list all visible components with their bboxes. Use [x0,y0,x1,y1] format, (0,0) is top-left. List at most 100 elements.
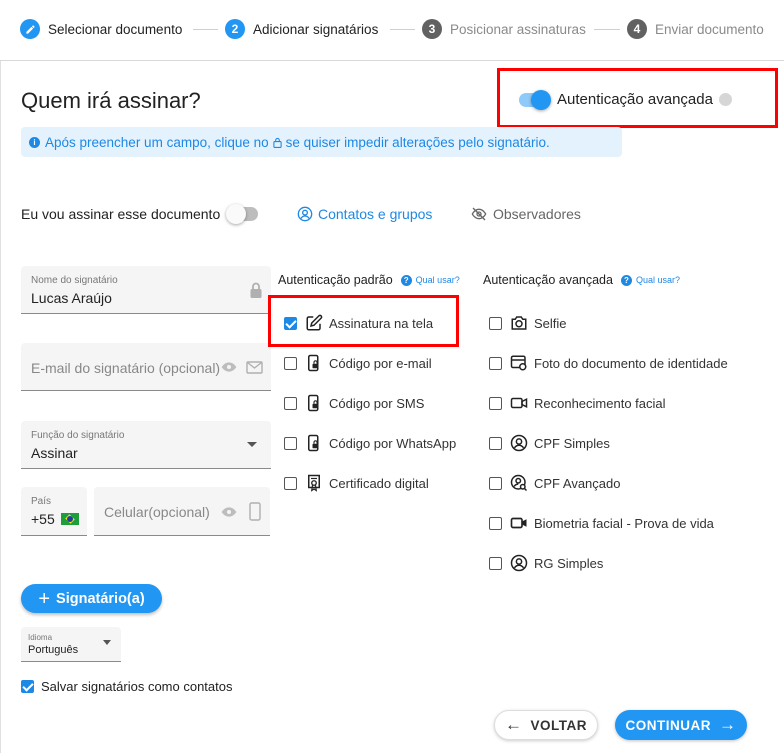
step-divider [390,29,415,30]
checkbox[interactable] [284,396,297,410]
checkbox[interactable] [489,476,502,490]
mail-icon [246,361,263,374]
advanced-auth-header: Autenticação avançada ? Qual usar? [483,273,680,287]
option-label: CPF Avançado [534,475,621,491]
checkbox[interactable] [489,436,502,450]
checkbox[interactable] [21,680,34,693]
option-label: Código por SMS [329,395,425,411]
checkbox[interactable] [489,316,502,330]
highlight-box [268,295,459,347]
field-value: +55 [31,511,79,527]
self-sign-toggle[interactable] [226,204,259,224]
help-link[interactable]: Qual usar? [416,275,460,285]
brazil-flag-icon [60,513,79,525]
self-sign-row: Eu vou assinar esse documento [21,204,259,224]
id-card-icon [510,355,527,371]
checkbox[interactable] [489,396,502,410]
video-icon [510,397,528,409]
self-sign-label: Eu vou assinar esse documento [21,206,221,222]
eye-icon[interactable] [221,361,237,373]
observers-tab[interactable]: Observadores [470,206,581,222]
info-banner-text: Após preencher um campo, clique no [45,134,269,150]
smartphone-icon [249,502,261,521]
continue-button[interactable]: CONTINUAR → [615,710,747,740]
option-whatsapp-code[interactable]: Código por WhatsApp [284,433,456,453]
checkbox[interactable] [489,356,502,370]
save-contacts-row[interactable]: Salvar signatários como contatos [21,679,232,694]
email-field[interactable]: E-mail do signatário (opcional) [21,343,271,391]
field-label: Função do signatário [31,430,125,441]
person-circle-icon [297,206,313,222]
option-sms-code[interactable]: Código por SMS [284,393,424,413]
option-label: Código por WhatsApp [329,435,457,451]
chevron-down-icon [247,442,257,447]
phone-lock-icon [308,354,319,372]
back-button[interactable]: ← VOLTAR [494,710,598,740]
add-signer-label: Signatário(a) [56,590,145,607]
checkbox[interactable] [284,436,297,450]
option-cpf-advanced[interactable]: CPF Avançado [489,473,620,493]
step-3[interactable]: 3 Posicionar assinaturas [422,18,586,40]
step-label: Selecionar documento [48,21,183,37]
country-field[interactable]: País +55 [21,487,87,536]
checkbox[interactable] [284,356,297,370]
lock-icon[interactable] [249,282,263,299]
field-value: Português [28,644,79,656]
field-label: Nome do signatário [31,275,118,286]
option-cpf-simple[interactable]: CPF Simples [489,433,610,453]
highlight-box [497,68,778,128]
field-label: País [31,496,52,507]
help-icon[interactable]: ? [400,274,412,286]
option-label: Biometria facial - Prova de vida [534,515,714,531]
help-link[interactable]: Qual usar? [636,275,680,285]
person-circle-icon [510,554,528,572]
contacts-tab[interactable]: Contatos e grupos [297,206,432,222]
advanced-auth-title: Autenticação avançada [483,273,613,287]
info-banner-text: se quiser impedir alterações pelo signat… [285,134,550,150]
signer-name-field[interactable]: Nome do signatário Lucas Araújo [21,266,271,314]
checkbox[interactable] [489,516,502,530]
phone-lock-icon [308,394,319,412]
standard-auth-header: Autenticação padrão ? Qual usar? [278,273,460,287]
lock-icon [273,137,282,148]
option-id-photo[interactable]: Foto do documento de identidade [489,353,728,373]
option-facial-biometry[interactable]: Biometria facial - Prova de vida [489,513,714,533]
standard-auth-title: Autenticação padrão [278,273,393,287]
add-signer-button[interactable]: + Signatário(a) [21,584,162,613]
role-select[interactable]: Função do signatário Assinar [21,421,271,469]
step-divider [193,29,218,30]
certificate-icon [308,474,320,492]
step-number: 2 [225,19,245,39]
step-1[interactable]: Selecionar documento [20,18,182,40]
option-selfie[interactable]: Selfie [489,313,567,333]
contacts-tab-label: Contatos e grupos [318,206,433,222]
field-label: Idioma [28,633,53,642]
step-divider [594,29,620,30]
arrow-left-icon: ← [505,715,523,734]
phone-field[interactable]: Celular(opcional) [94,487,270,536]
stepper: Selecionar documento 2 Adicionar signatá… [0,0,784,61]
option-label: CPF Simples [534,435,610,451]
observers-tab-label: Observadores [493,206,581,222]
option-face-recognition[interactable]: Reconhecimento facial [489,393,666,413]
option-rg-simple[interactable]: RG Simples [489,553,603,573]
chevron-down-icon [103,640,111,645]
back-label: VOLTAR [530,717,587,733]
eye-icon[interactable] [221,506,237,518]
option-digital-certificate[interactable]: Certificado digital [284,473,429,493]
checkbox[interactable] [489,556,502,570]
step-2[interactable]: 2 Adicionar signatários [225,18,378,40]
info-banner: i Após preencher um campo, clique no se … [21,127,622,157]
step-4[interactable]: 4 Enviar documento [627,18,764,40]
option-email-code[interactable]: Código por e-mail [284,353,432,373]
help-icon[interactable]: ? [620,274,632,286]
language-select[interactable]: Idioma Português [21,627,121,662]
save-contacts-label: Salvar signatários como contatos [41,679,233,694]
pencil-icon [20,19,40,39]
eye-off-icon [471,207,487,221]
checkbox[interactable] [284,476,297,490]
phone-placeholder: Celular(opcional) [104,504,210,520]
continue-label: CONTINUAR [625,717,711,733]
step-label: Posicionar assinaturas [450,21,586,37]
step-label: Adicionar signatários [253,21,379,37]
